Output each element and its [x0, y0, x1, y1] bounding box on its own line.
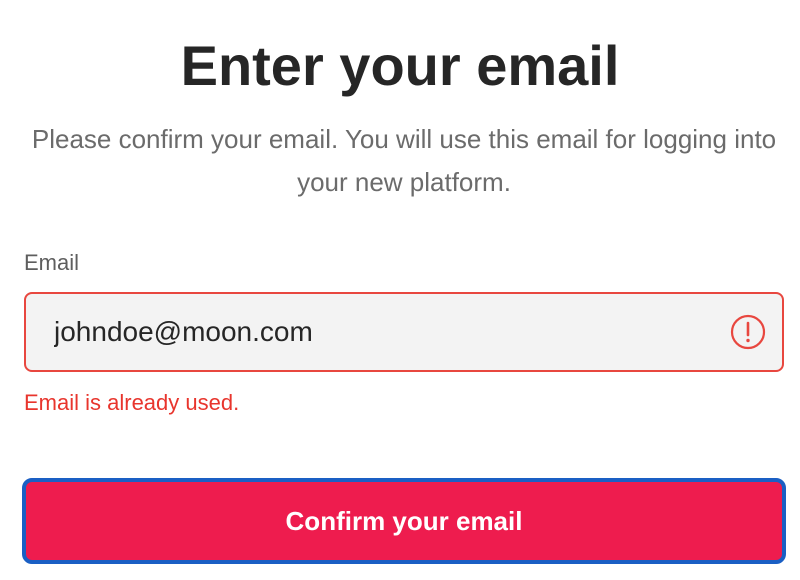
email-error-message: Email is already used.: [24, 390, 240, 415]
confirm-email-button[interactable]: Confirm your email: [22, 478, 786, 564]
email-label: Email: [24, 250, 80, 275]
confirm-email-button-label: Confirm your email: [285, 506, 523, 536]
email-confirmation-page: Enter your email Please confirm your ema…: [0, 0, 800, 580]
page-title: Enter your email: [180, 34, 620, 97]
page-subtitle: Please confirm your email. You will use …: [31, 124, 777, 197]
email-field: [24, 292, 784, 372]
email-input[interactable]: [54, 294, 714, 370]
alert-circle-icon: [730, 314, 766, 350]
